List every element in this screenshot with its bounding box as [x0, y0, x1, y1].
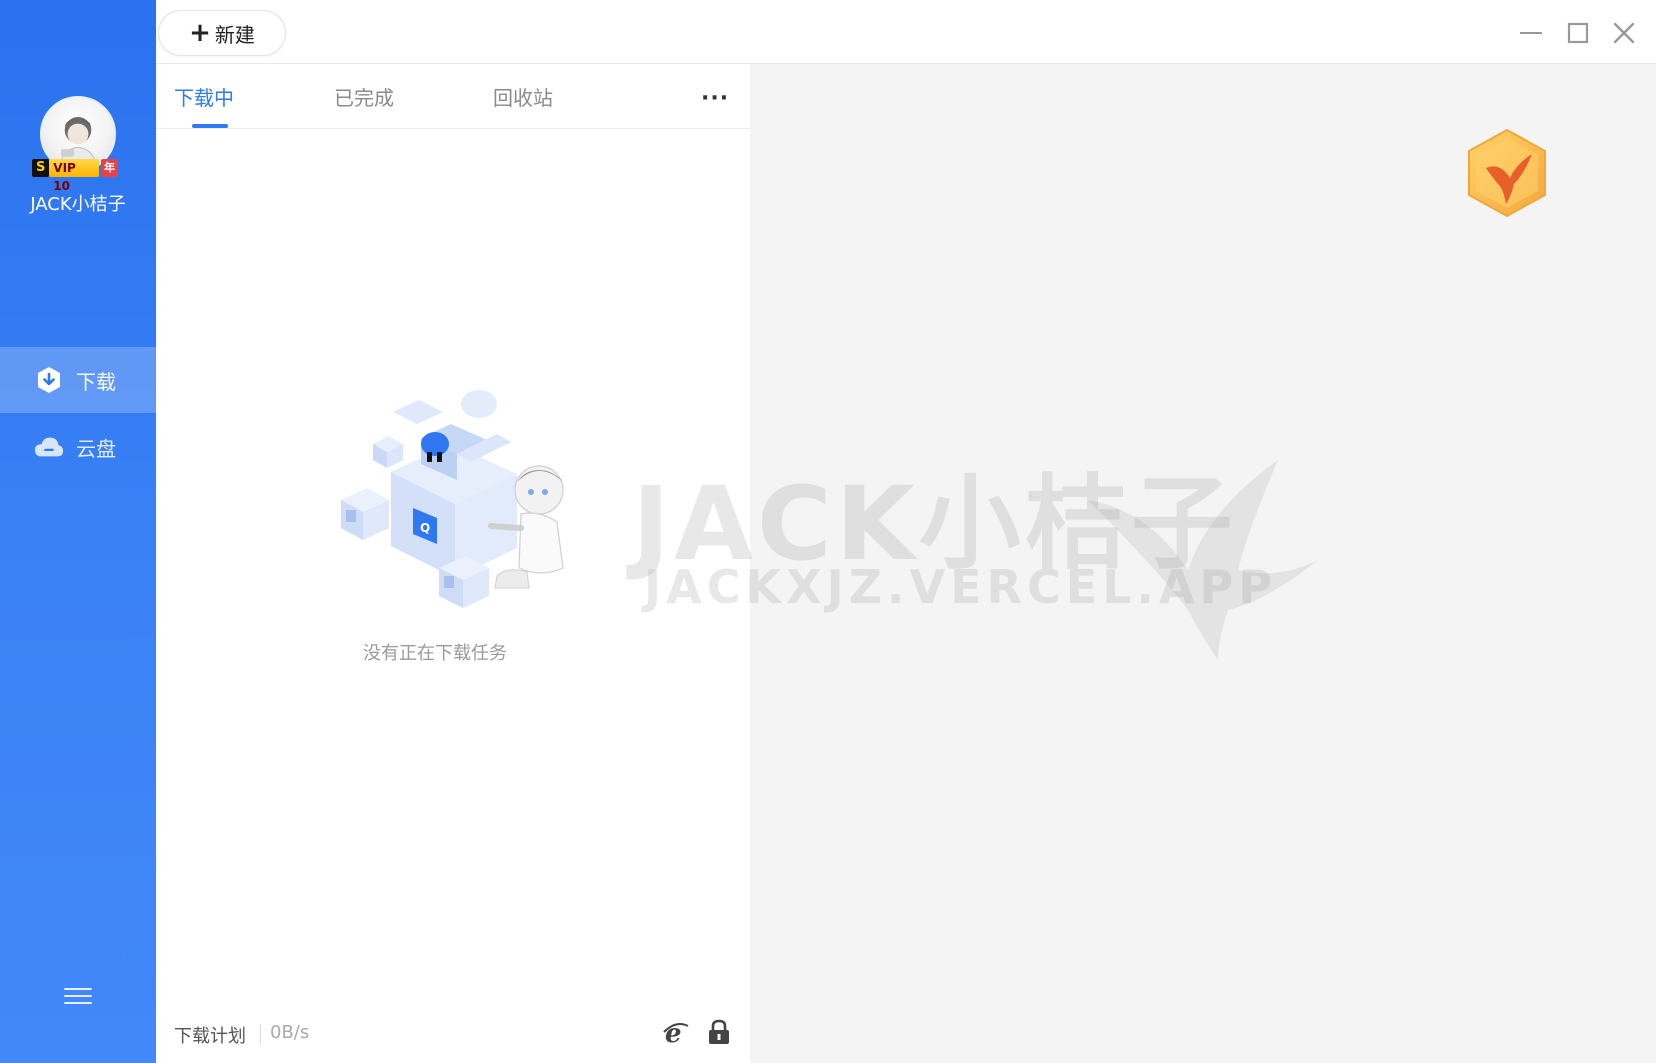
status-bar: 下载计划 0B/s e [156, 1016, 750, 1062]
empty-state-text: 没有正在下载任务 [363, 643, 507, 664]
minimize-icon[interactable] [1518, 20, 1544, 46]
tab-completed[interactable]: 已完成 [334, 82, 394, 111]
close-icon[interactable] [1611, 20, 1637, 46]
sidebar-item-label: 下载 [76, 369, 116, 394]
download-plan-link[interactable]: 下载计划 [174, 1022, 246, 1048]
download-shield-icon [34, 365, 64, 395]
vip-badge: S VIP 10 年 [32, 158, 118, 193]
svg-text:Q: Q [420, 521, 430, 535]
user-avatar-area[interactable]: S VIP 10 年 [32, 96, 118, 193]
new-task-button[interactable]: + 新建 [158, 10, 286, 56]
hamburger-menu-icon[interactable] [64, 983, 92, 1007]
tab-recycle-bin[interactable]: 回收站 [493, 82, 553, 111]
xunlei-logo-icon[interactable] [1466, 128, 1548, 218]
active-tab-indicator [192, 124, 228, 128]
download-list-panel: 下载中 已完成 回收站 ··· Q 没有正在下载任务 下载计划 0B/s e [156, 64, 750, 1063]
new-task-label: 新建 [214, 22, 255, 47]
download-speed: 0B/s [270, 1022, 310, 1043]
sidebar-item-cloud[interactable]: 云盘 [0, 414, 156, 480]
plus-icon: + [189, 18, 211, 48]
maximize-icon[interactable] [1565, 20, 1591, 46]
cloud-drive-icon [34, 432, 64, 462]
sidebar-item-download[interactable]: 下载 [0, 347, 156, 413]
more-options-icon[interactable]: ··· [701, 86, 729, 111]
username[interactable]: JACK小桔子 [0, 190, 156, 216]
vip-level: VIP 10 [49, 159, 99, 193]
empty-state-illustration: Q [341, 390, 564, 608]
tab-downloading[interactable]: 下载中 [174, 82, 234, 111]
lock-icon[interactable] [706, 1018, 732, 1046]
svip-icon: S [32, 159, 50, 177]
vip-year: 年 [101, 159, 118, 177]
status-divider [260, 1024, 261, 1044]
title-bar: + 新建 [156, 0, 1656, 64]
sidebar-item-label: 云盘 [76, 436, 116, 461]
tab-bar: 下载中 已完成 回收站 ··· [156, 64, 750, 129]
sidebar: S VIP 10 年 JACK小桔子 下载 云盘 [0, 0, 156, 1063]
ie-browser-icon[interactable]: e [662, 1018, 690, 1046]
